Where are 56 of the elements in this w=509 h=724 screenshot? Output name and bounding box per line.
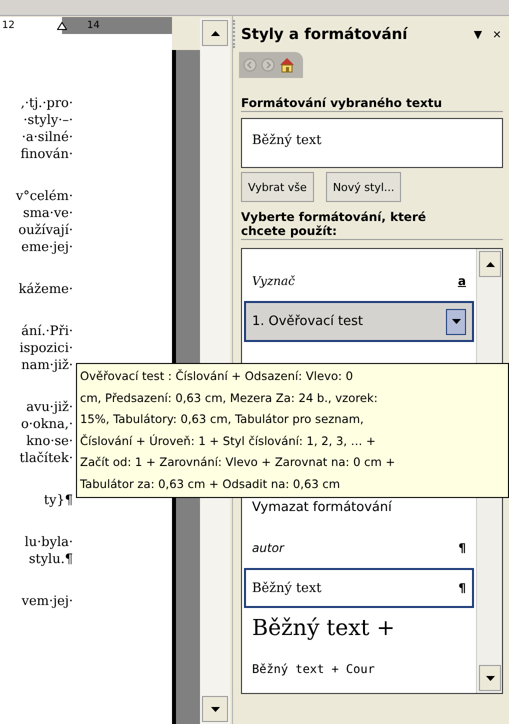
document-text-line: ispozici· (18, 340, 73, 357)
document-text-line: sma·ve· (22, 205, 73, 222)
down-arrow-icon (452, 319, 460, 324)
document-text-line: ,·tj.·pro· (20, 95, 73, 112)
down-arrow-icon (486, 676, 494, 680)
document-text-line: v°celém· (14, 188, 73, 205)
scroll-down-button[interactable] (479, 665, 501, 691)
character-style-mark: a (458, 274, 466, 288)
section-heading: Vyberte formátování, které chcete použít: (241, 210, 503, 240)
style-list-item[interactable]: Běžný text ¶ (244, 568, 474, 608)
document-text-line: ty}¶ (42, 492, 73, 509)
tooltip-line: Tabulátor za: 0,63 cm + Odsadit na: 0,63 cm (80, 476, 342, 492)
tooltip-line: 15%, Tabulátory: 0,63 cm, Tabulátor pro seznam, (80, 411, 365, 428)
document-text-line: o·okna,· (20, 416, 73, 433)
document-text-line: lu·byla· (24, 534, 73, 551)
pane-title: Styly a formátování (241, 25, 409, 43)
style-list-item[interactable]: autor ¶ (244, 528, 474, 568)
document-text-line: oužívají· (17, 222, 73, 239)
ruler-label: 12 (2, 20, 15, 31)
close-button[interactable]: × (490, 26, 503, 42)
new-style-button[interactable]: Nový styl... (326, 172, 402, 202)
up-arrow-icon (210, 30, 220, 36)
document-text-line: finován· (20, 146, 73, 163)
section-heading: Formátování vybraného textu (241, 96, 503, 112)
up-arrow-icon (486, 262, 494, 266)
ruler-label: 14 (87, 20, 100, 31)
document-text-line: eme·jej· (20, 239, 73, 256)
tooltip-line: Ověřovací test : Číslování + Odsazení: Vlevo: 0 (80, 368, 354, 385)
dropdown-button[interactable] (446, 308, 466, 335)
document-text-line: kážeme· (18, 281, 73, 298)
document-text-line: avu·již· (25, 399, 73, 416)
scroll-down-button[interactable] (202, 696, 228, 722)
scroll-up-button[interactable] (202, 20, 228, 46)
document-text-line: nam·již· (20, 357, 73, 374)
style-list-item[interactable]: Vyznač a (244, 261, 474, 302)
document-text-line: ·styly·–· (22, 112, 73, 129)
document-text-line: stylu.¶ (28, 551, 73, 568)
paragraph-mark: ¶ (458, 540, 466, 555)
document-text-line: ání.·Při· (20, 323, 73, 340)
document-text-line: vem·jej· (20, 593, 73, 610)
paragraph-mark: ¶ (458, 581, 466, 596)
tooltip-line: Začít od: 1 + Zarovnání: Vlevo + Zarovnat na: 0 cm + (80, 454, 396, 471)
style-list-item[interactable]: Běžný text + Cour (244, 648, 474, 689)
tooltip-line: cm, Předsazení: 0,63 cm, Mezera Za: 24 b., vzorek: (80, 390, 379, 406)
document-text-line: tlačítek· (18, 450, 73, 467)
style-list-item[interactable]: 1. Ověřovací test (244, 301, 474, 342)
down-arrow-icon (210, 706, 220, 712)
home-icon[interactable] (279, 57, 295, 73)
select-all-button[interactable]: Vybrat vše (241, 172, 314, 202)
pane-menu-button[interactable]: ▼ (468, 26, 487, 42)
document-text-line: ·a·silné· (20, 129, 73, 146)
current-style-field[interactable]: Běžný text (241, 118, 503, 168)
scroll-up-button[interactable] (479, 251, 501, 277)
style-list-item[interactable]: Běžný text + (244, 608, 474, 649)
document-text-line: kno·se· (25, 433, 73, 450)
tooltip-line: Číslování + Úroveň: 1 + Styl číslování: 1, 2, 3, … + (80, 432, 377, 450)
